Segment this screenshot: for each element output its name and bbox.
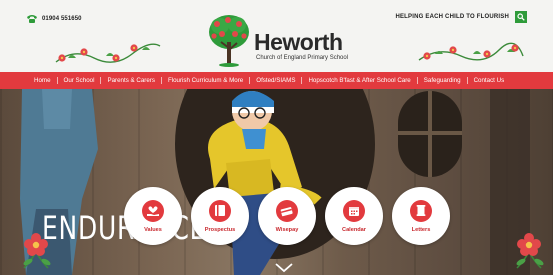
site-header: 01904 551650 HELPING EACH CHILD TO FLOUR… <box>0 0 553 72</box>
quick-link-label: Letters <box>411 226 431 233</box>
quick-link-label: Wisepay <box>275 226 299 233</box>
quick-link-label: Calendar <box>342 226 366 233</box>
quick-link-letters[interactable]: Letters <box>392 187 450 245</box>
slogan-area: HELPING EACH CHILD TO FLOURISH <box>395 11 527 23</box>
nav-item-our-school[interactable]: Our School <box>64 77 95 84</box>
quick-link-label: Prospectus <box>204 226 236 233</box>
quick-link-wisepay[interactable]: Wisepay <box>258 187 316 245</box>
quick-links: Values Prospectus Wisepay Calendar Lette… <box>124 187 450 245</box>
phone-icon <box>27 15 37 23</box>
quick-link-calendar[interactable]: Calendar <box>325 187 383 245</box>
logo-subtitle: Church of England Primary School <box>256 55 349 61</box>
nav-separator <box>416 77 418 84</box>
tree-logo-icon <box>209 15 249 67</box>
nav-item-parents-carers[interactable]: Parents & Carers <box>107 77 154 84</box>
phone-number: 01904 551650 <box>42 15 82 22</box>
quick-link-label: Values <box>144 226 162 233</box>
nav-item-hopscotch[interactable]: Hopscotch B'fast & After School Care <box>308 77 410 84</box>
nav-separator <box>160 77 162 84</box>
nav-item-ofsted-siams[interactable]: Ofsted/SIAMS <box>256 77 295 84</box>
nav-separator <box>56 77 58 84</box>
nav-item-flourish-curriculum[interactable]: Flourish Curriculum & More <box>168 77 243 84</box>
hero-banner: ENDURANCE <box>0 89 553 275</box>
nav-item-contact-us[interactable]: Contact Us <box>474 77 505 84</box>
hand-heart-icon <box>142 199 164 222</box>
nav-separator <box>249 77 251 84</box>
phone-contact[interactable]: 01904 551650 <box>26 14 82 23</box>
nav-separator <box>466 77 468 84</box>
flower-decoration-right <box>516 233 544 269</box>
hero-child-image <box>208 91 322 275</box>
calendar-icon <box>343 199 365 222</box>
nav-item-home[interactable]: Home <box>34 77 51 84</box>
nav-separator <box>301 77 303 84</box>
quick-link-values[interactable]: Values <box>124 187 182 245</box>
nav-item-safeguarding[interactable]: Safeguarding <box>424 77 461 84</box>
logo-text: Heworth Church of England Primary School <box>254 29 349 62</box>
letter-icon <box>410 199 432 222</box>
nav-separator <box>100 77 102 84</box>
card-icon <box>276 199 298 222</box>
search-icon <box>517 13 525 21</box>
slogan-text: HELPING EACH CHILD TO FLOURISH <box>395 14 509 20</box>
main-navigation: Home Our School Parents & Carers Flouris… <box>0 72 553 89</box>
flower-vine-left <box>55 43 161 63</box>
logo-name: Heworth <box>254 29 343 55</box>
search-button[interactable] <box>515 11 527 23</box>
quick-link-prospectus[interactable]: Prospectus <box>191 187 249 245</box>
flower-decoration-left <box>23 233 51 269</box>
school-logo[interactable]: Heworth Church of England Primary School <box>206 12 348 68</box>
book-icon <box>209 199 231 222</box>
flower-vine-right <box>418 42 524 61</box>
hero-playhouse-window <box>398 91 462 177</box>
scroll-down-chevron-icon[interactable] <box>275 263 293 273</box>
